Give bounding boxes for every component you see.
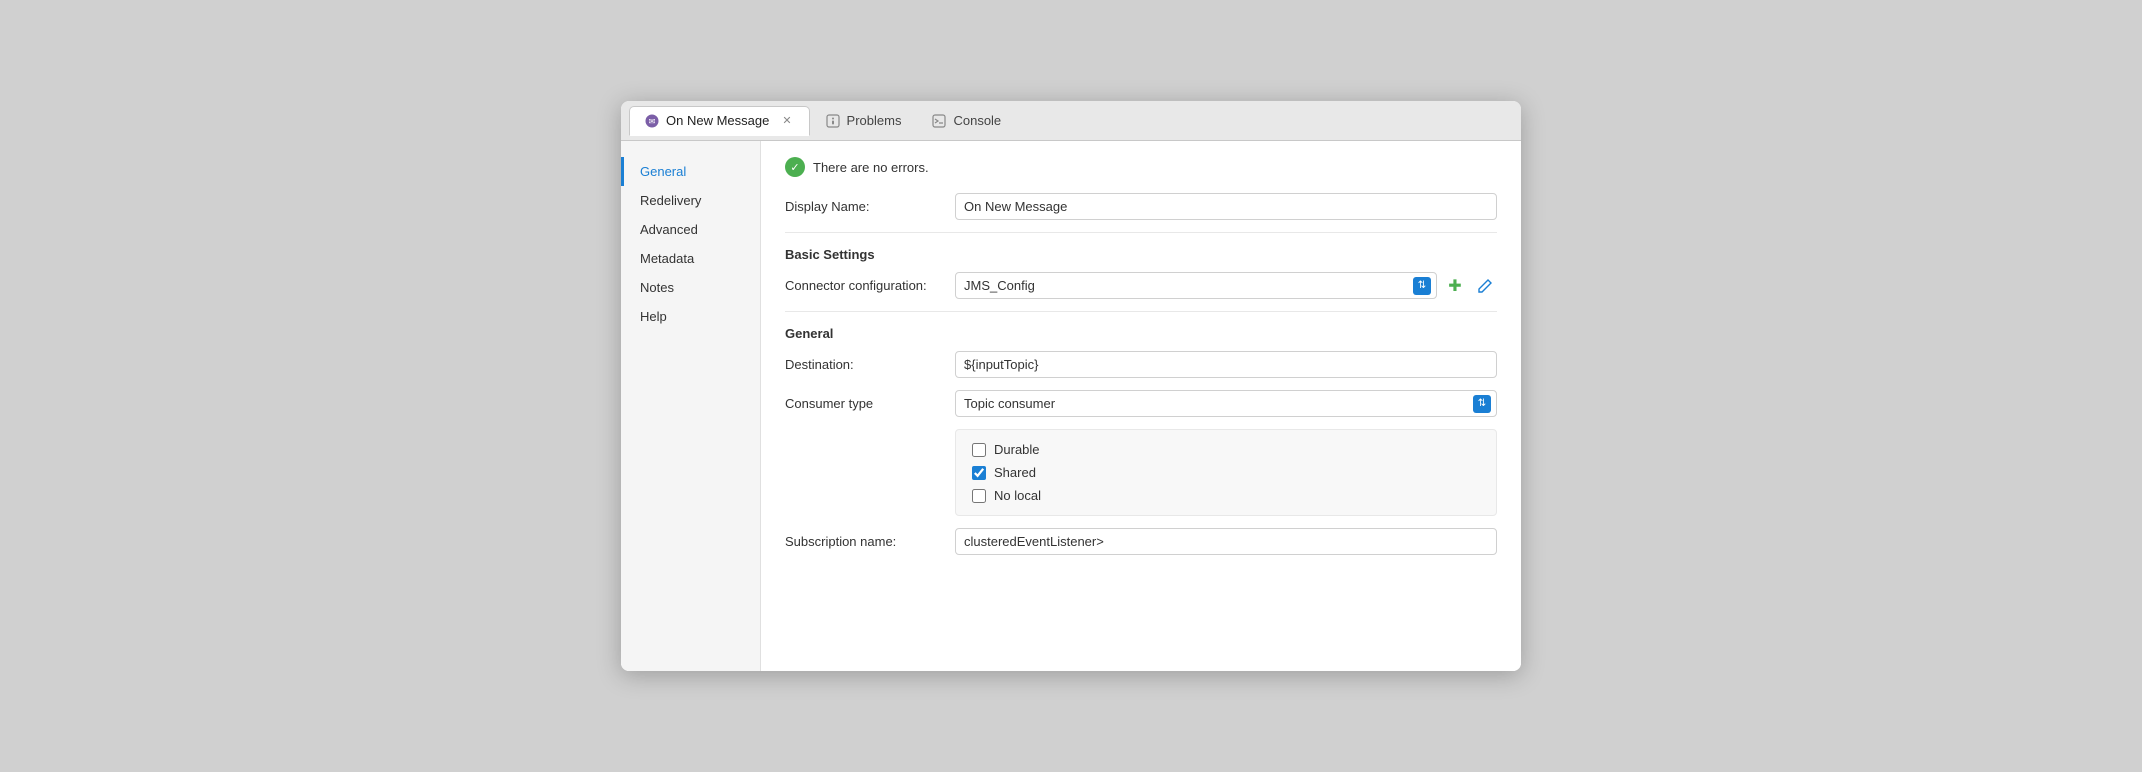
display-name-row: Display Name: xyxy=(785,193,1497,220)
divider-1 xyxy=(785,232,1497,233)
no-local-checkbox[interactable] xyxy=(972,489,986,503)
connector-config-control: JMS_Config ⇅ ✚ xyxy=(955,272,1497,299)
display-name-input[interactable] xyxy=(955,193,1497,220)
shared-label: Shared xyxy=(994,465,1036,480)
consumer-type-row: Consumer type Topic consumer Queue consu… xyxy=(785,390,1497,417)
destination-control xyxy=(955,351,1497,378)
sidebar-item-notes[interactable]: Notes xyxy=(621,273,760,302)
subscription-name-input[interactable] xyxy=(955,528,1497,555)
problems-icon xyxy=(825,113,841,129)
consumer-type-label: Consumer type xyxy=(785,396,955,411)
subscription-name-label: Subscription name: xyxy=(785,534,955,549)
basic-settings-title: Basic Settings xyxy=(785,247,1497,262)
connector-select-wrap: JMS_Config ⇅ xyxy=(955,272,1437,299)
svg-text:✉: ✉ xyxy=(649,117,656,126)
content-area: ✓ There are no errors. Display Name: Bas… xyxy=(761,141,1521,671)
display-name-control xyxy=(955,193,1497,220)
sidebar-item-advanced[interactable]: Advanced xyxy=(621,215,760,244)
edit-connector-button[interactable] xyxy=(1473,274,1497,298)
main-window: ✉ On New Message ✕ Problems xyxy=(621,101,1521,671)
status-bar: ✓ There are no errors. xyxy=(785,157,1497,177)
consumer-type-select[interactable]: Topic consumer Queue consumer Default co… xyxy=(955,390,1497,417)
consumer-type-wrap: Topic consumer Queue consumer Default co… xyxy=(955,390,1497,417)
display-name-label: Display Name: xyxy=(785,199,955,214)
tab-on-new-message[interactable]: ✉ On New Message ✕ xyxy=(629,106,810,136)
tab-bar: ✉ On New Message ✕ Problems xyxy=(621,101,1521,141)
durable-checkbox[interactable] xyxy=(972,443,986,457)
connector-config-row: Connector configuration: JMS_Config ⇅ ✚ xyxy=(785,272,1497,299)
subscription-name-control xyxy=(955,528,1497,555)
tab-console[interactable]: Console xyxy=(916,106,1016,136)
no-local-label: No local xyxy=(994,488,1041,503)
connector-row: JMS_Config ⇅ ✚ xyxy=(955,272,1497,299)
status-ok-icon: ✓ xyxy=(785,157,805,177)
tab-label: Problems xyxy=(847,113,902,128)
sidebar-item-metadata[interactable]: Metadata xyxy=(621,244,760,273)
sidebar-item-redelivery[interactable]: Redelivery xyxy=(621,186,760,215)
durable-row: Durable xyxy=(972,442,1480,457)
durable-label: Durable xyxy=(994,442,1040,457)
sidebar: General Redelivery Advanced Metadata Not… xyxy=(621,141,761,671)
connector-config-select[interactable]: JMS_Config xyxy=(955,272,1437,299)
sidebar-item-general[interactable]: General xyxy=(621,157,760,186)
checkbox-group: Durable Shared No local xyxy=(955,429,1497,516)
tab-close-button[interactable]: ✕ xyxy=(779,113,794,128)
subscription-name-row: Subscription name: xyxy=(785,528,1497,555)
destination-label: Destination: xyxy=(785,357,955,372)
connector-config-label: Connector configuration: xyxy=(785,278,955,293)
no-local-row: No local xyxy=(972,488,1480,503)
destination-row: Destination: xyxy=(785,351,1497,378)
shared-checkbox[interactable] xyxy=(972,466,986,480)
add-connector-button[interactable]: ✚ xyxy=(1443,274,1467,298)
console-icon xyxy=(931,113,947,129)
tab-label: Console xyxy=(953,113,1001,128)
consumer-type-control: Topic consumer Queue consumer Default co… xyxy=(955,390,1497,417)
main-layout: General Redelivery Advanced Metadata Not… xyxy=(621,141,1521,671)
shared-row: Shared xyxy=(972,465,1480,480)
general-section-title: General xyxy=(785,326,1497,341)
tab-problems[interactable]: Problems xyxy=(810,106,917,136)
sidebar-item-help[interactable]: Help xyxy=(621,302,760,331)
message-icon: ✉ xyxy=(644,113,660,129)
destination-input[interactable] xyxy=(955,351,1497,378)
tab-label: On New Message xyxy=(666,113,769,128)
divider-2 xyxy=(785,311,1497,312)
status-message: There are no errors. xyxy=(813,160,929,175)
